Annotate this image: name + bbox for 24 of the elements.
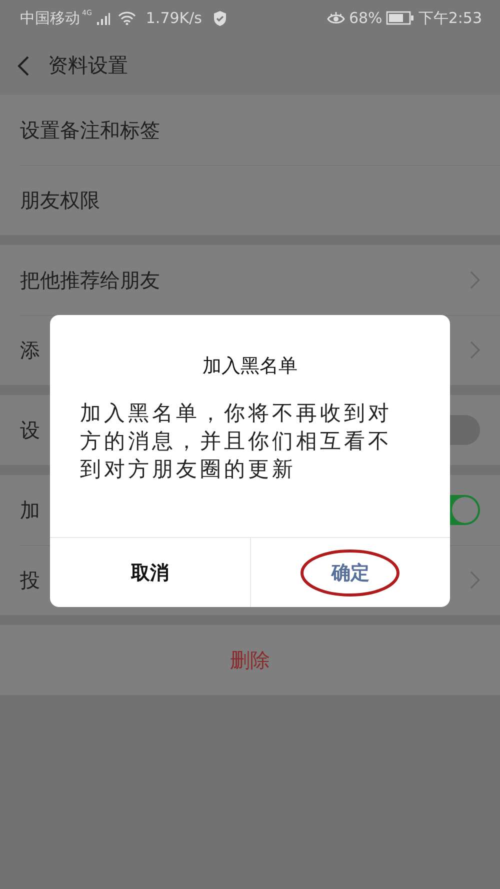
- delete-button[interactable]: 删除: [222, 642, 278, 678]
- dialog-title: 加入黑名单: [202, 354, 298, 379]
- chevron-icon: [470, 571, 480, 589]
- row-label[interactable]: 设置备注和标签: [20, 116, 160, 144]
- carrier-name: 中国移动: [20, 8, 80, 28]
- signal-icon: [96, 12, 110, 24]
- row-label[interactable]: 添: [20, 336, 40, 364]
- row-label[interactable]: 把他推荐给朋友: [20, 266, 160, 294]
- battery-percent: 68%: [348, 9, 382, 27]
- page-title: 资料设置: [48, 52, 128, 79]
- row-label[interactable]: 投: [20, 566, 40, 594]
- row-label[interactable]: 加: [20, 496, 40, 524]
- battery-icon: [386, 11, 414, 25]
- eye-icon: [326, 12, 345, 24]
- row-label[interactable]: 设: [20, 416, 40, 444]
- dialog-message: 加入黑名单，你将不再收到对方的消息，并且你们相互看不到对方朋友圈的更新: [79, 400, 393, 483]
- row-label[interactable]: 朋友权限: [20, 186, 100, 214]
- chevron-icon: [470, 271, 480, 289]
- wifi-icon: [118, 11, 136, 25]
- clock-time: 下午2:53: [418, 8, 482, 28]
- shield-icon: [212, 10, 228, 26]
- chevron-icon: [470, 341, 480, 359]
- cancel-button[interactable]: 取消: [118, 554, 181, 592]
- network-speed: 1.79K/s: [146, 9, 202, 27]
